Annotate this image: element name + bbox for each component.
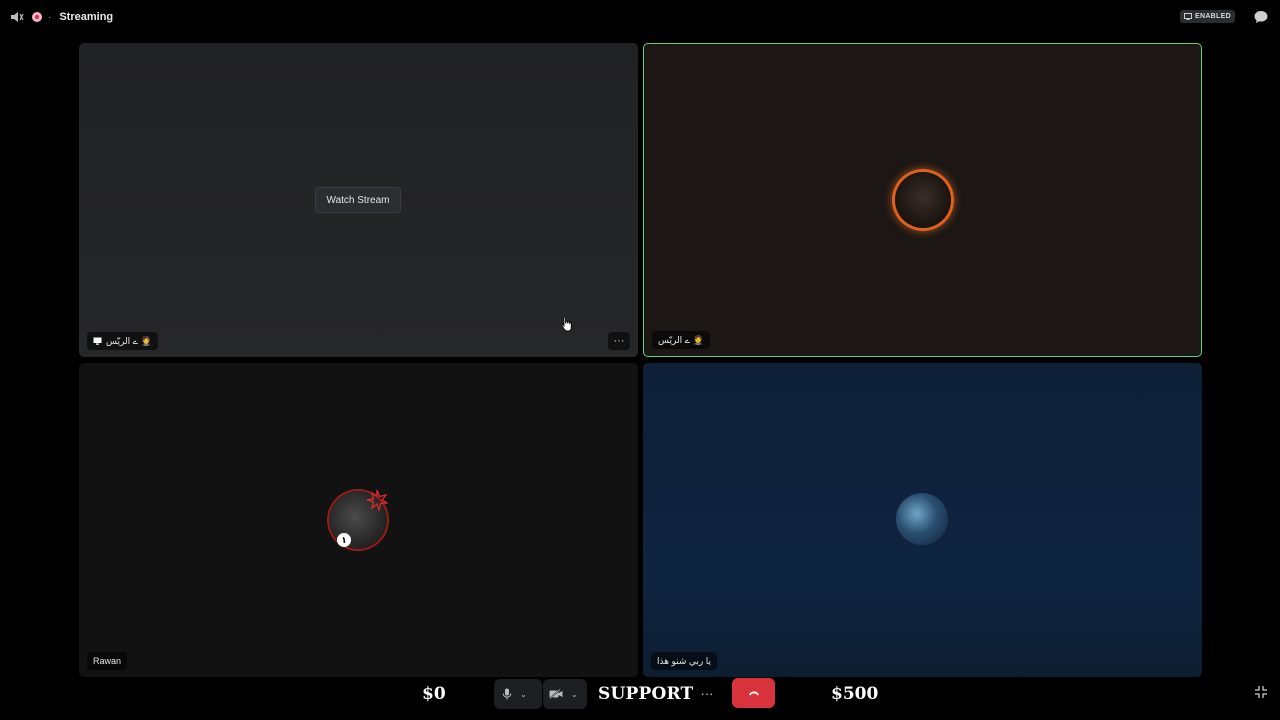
participant-tile-rawan[interactable]: ١ Rawan bbox=[79, 363, 638, 677]
support-label: SUPPORT bbox=[598, 684, 694, 704]
participant-tile-speaking[interactable]: ے الريّس 🤵 bbox=[643, 43, 1202, 357]
speaker-muted-icon[interactable] bbox=[10, 10, 24, 24]
participant-tile[interactable]: يا ربي شنو هذا bbox=[643, 363, 1202, 677]
hang-up-icon bbox=[748, 691, 759, 696]
watch-stream-button[interactable]: Watch Stream bbox=[315, 187, 401, 213]
enabled-label: ENABLED bbox=[1195, 13, 1231, 20]
tile-more-button[interactable]: ··· bbox=[608, 332, 630, 350]
avatar-decoration-icon bbox=[366, 489, 388, 511]
chevron-down-icon[interactable]: ⌄ bbox=[520, 690, 527, 699]
server-icon bbox=[30, 10, 44, 24]
screen-share-icon bbox=[93, 337, 102, 345]
title-separator: · bbox=[48, 11, 52, 23]
collapse-fullscreen-icon[interactable] bbox=[1254, 685, 1268, 699]
participant-name-tag: يا ربي شنو هذا bbox=[651, 652, 717, 670]
participant-name: ے الريّس 🤵 bbox=[106, 335, 152, 346]
camera-button[interactable]: ⌄ bbox=[543, 679, 587, 709]
chat-bubble-icon[interactable] bbox=[1253, 9, 1269, 25]
participant-avatar bbox=[896, 493, 948, 545]
disconnect-button[interactable] bbox=[732, 678, 775, 708]
participant-name-tag: ے الريّس 🤵 bbox=[87, 332, 158, 350]
enabled-badge[interactable]: ENABLED bbox=[1180, 10, 1235, 23]
microphone-icon bbox=[502, 688, 512, 700]
more-options-button[interactable]: ··· bbox=[696, 683, 718, 703]
channel-title: Streaming bbox=[59, 11, 114, 23]
participant-name: Rawan bbox=[93, 656, 122, 666]
topbar-left: · Streaming bbox=[10, 9, 113, 25]
camera-off-icon bbox=[549, 689, 563, 699]
chevron-down-icon[interactable]: ⌄ bbox=[571, 690, 578, 699]
avatar-badge: ١ bbox=[337, 533, 351, 547]
hand-cursor-icon bbox=[561, 316, 572, 332]
participant-name-tag: ے الريّس 🤵 bbox=[652, 331, 710, 349]
participant-name: يا ربي شنو هذا bbox=[657, 655, 711, 666]
top-bar: · Streaming ENABLED bbox=[0, 0, 1280, 34]
participant-tile-stream[interactable]: Watch Stream ے الريّس 🤵 ··· bbox=[79, 43, 638, 357]
money-left-label: $0 bbox=[422, 684, 446, 704]
screen-icon bbox=[1184, 13, 1192, 20]
participant-avatar bbox=[895, 172, 951, 228]
participant-name: ے الريّس 🤵 bbox=[658, 334, 704, 345]
microphone-button[interactable]: ⌄ bbox=[494, 679, 542, 709]
participant-name-tag: Rawan bbox=[87, 652, 128, 670]
money-right-label: $500 bbox=[831, 684, 879, 704]
